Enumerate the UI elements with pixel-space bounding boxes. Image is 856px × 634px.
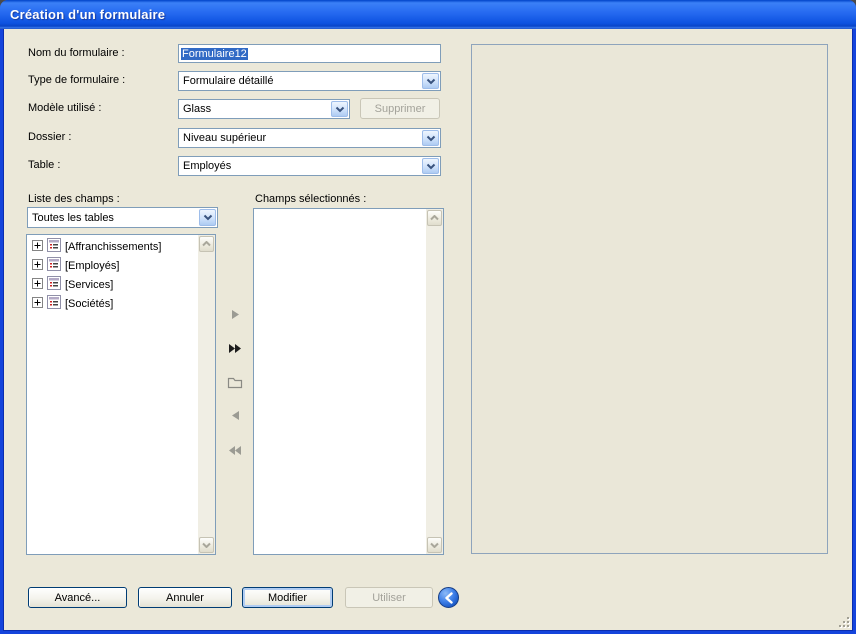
combo-value: Formulaire détaillé bbox=[179, 75, 421, 87]
folder-combobox[interactable]: Niveau supérieur bbox=[178, 128, 441, 148]
combo-value: Glass bbox=[179, 103, 330, 115]
form-preview-area bbox=[471, 44, 828, 554]
expand-plus-icon[interactable] bbox=[32, 278, 43, 292]
combo-value: Toutes les tables bbox=[28, 212, 198, 224]
cancel-button[interactable]: Annuler bbox=[138, 587, 232, 608]
tree-item-label: [Services] bbox=[65, 279, 113, 291]
table-tree: [Affranchissements] [Employés] [Services… bbox=[29, 237, 197, 313]
arrow-left-icon bbox=[232, 411, 239, 420]
scroll-down-button[interactable] bbox=[199, 537, 214, 553]
scroll-down-button[interactable] bbox=[427, 537, 442, 553]
form-creation-dialog: Création d'un formulaire Nom du formulai… bbox=[0, 0, 856, 634]
window-title: Création d'un formulaire bbox=[0, 7, 165, 22]
form-name-input[interactable]: Formulaire12 bbox=[178, 44, 441, 63]
titlebar[interactable]: Création d'un formulaire bbox=[0, 0, 856, 29]
tree-item-label: [Sociétés] bbox=[65, 298, 113, 310]
tree-item[interactable]: [Employés] bbox=[29, 256, 197, 275]
delete-model-button[interactable]: Supprimer bbox=[360, 98, 440, 119]
form-type-combobox[interactable]: Formulaire détaillé bbox=[178, 71, 441, 91]
tree-item[interactable]: [Sociétés] bbox=[29, 294, 197, 313]
field-tree-list[interactable]: [Affranchissements] [Employés] [Services… bbox=[26, 234, 216, 555]
folder-label: Dossier : bbox=[28, 129, 71, 145]
arrow-right-icon bbox=[232, 310, 239, 319]
input-selected-text: Formulaire12 bbox=[181, 48, 248, 60]
expand-plus-icon[interactable] bbox=[32, 240, 43, 254]
tree-item-label: [Affranchissements] bbox=[65, 241, 161, 253]
scroll-up-button[interactable] bbox=[199, 236, 214, 252]
chevron-down-icon[interactable] bbox=[331, 101, 348, 117]
chevron-left-icon bbox=[444, 592, 454, 604]
chevron-down-icon[interactable] bbox=[422, 73, 439, 89]
expand-plus-icon[interactable] bbox=[32, 259, 43, 273]
model-combobox[interactable]: Glass bbox=[178, 99, 350, 119]
resize-grip[interactable] bbox=[838, 616, 851, 629]
form-type-label: Type de formulaire : bbox=[28, 72, 125, 88]
combo-value: Niveau supérieur bbox=[179, 132, 421, 144]
add-field-button[interactable] bbox=[226, 305, 244, 323]
table-label: Table : bbox=[28, 157, 60, 173]
chevron-down-icon[interactable] bbox=[422, 130, 439, 146]
remove-all-fields-button[interactable] bbox=[226, 441, 244, 459]
tree-item[interactable]: [Services] bbox=[29, 275, 197, 294]
vertical-scrollbar[interactable] bbox=[426, 209, 443, 554]
model-used-label: Modèle utilisé : bbox=[28, 100, 101, 116]
table-filter-combobox[interactable]: Toutes les tables bbox=[27, 207, 218, 228]
table-icon bbox=[47, 295, 61, 312]
field-list-label: Liste des champs : bbox=[28, 191, 120, 207]
table-icon bbox=[47, 276, 61, 293]
folder-icon bbox=[227, 376, 243, 389]
tree-item[interactable]: [Affranchissements] bbox=[29, 237, 197, 256]
double-arrow-right-icon bbox=[229, 344, 242, 353]
tree-item-label: [Employés] bbox=[65, 260, 119, 272]
folder-group-button[interactable] bbox=[226, 373, 244, 391]
vertical-scrollbar[interactable] bbox=[198, 235, 215, 554]
selected-fields-list[interactable] bbox=[253, 208, 444, 555]
table-icon bbox=[47, 238, 61, 255]
scroll-up-button[interactable] bbox=[427, 210, 442, 226]
double-arrow-left-icon bbox=[229, 446, 242, 455]
chevron-down-icon[interactable] bbox=[422, 158, 439, 174]
expand-plus-icon[interactable] bbox=[32, 297, 43, 311]
combo-value: Employés bbox=[179, 160, 421, 172]
form-name-label: Nom du formulaire : bbox=[28, 45, 125, 61]
advanced-button[interactable]: Avancé... bbox=[28, 587, 127, 608]
table-icon bbox=[47, 257, 61, 274]
modify-button[interactable]: Modifier bbox=[242, 587, 333, 608]
remove-field-button[interactable] bbox=[226, 406, 244, 424]
back-button[interactable] bbox=[438, 587, 459, 608]
add-all-fields-button[interactable] bbox=[226, 339, 244, 357]
chevron-down-icon[interactable] bbox=[199, 209, 216, 226]
table-combobox[interactable]: Employés bbox=[178, 156, 441, 176]
selected-fields-label: Champs sélectionnés : bbox=[255, 191, 366, 207]
use-button[interactable]: Utiliser bbox=[345, 587, 433, 608]
